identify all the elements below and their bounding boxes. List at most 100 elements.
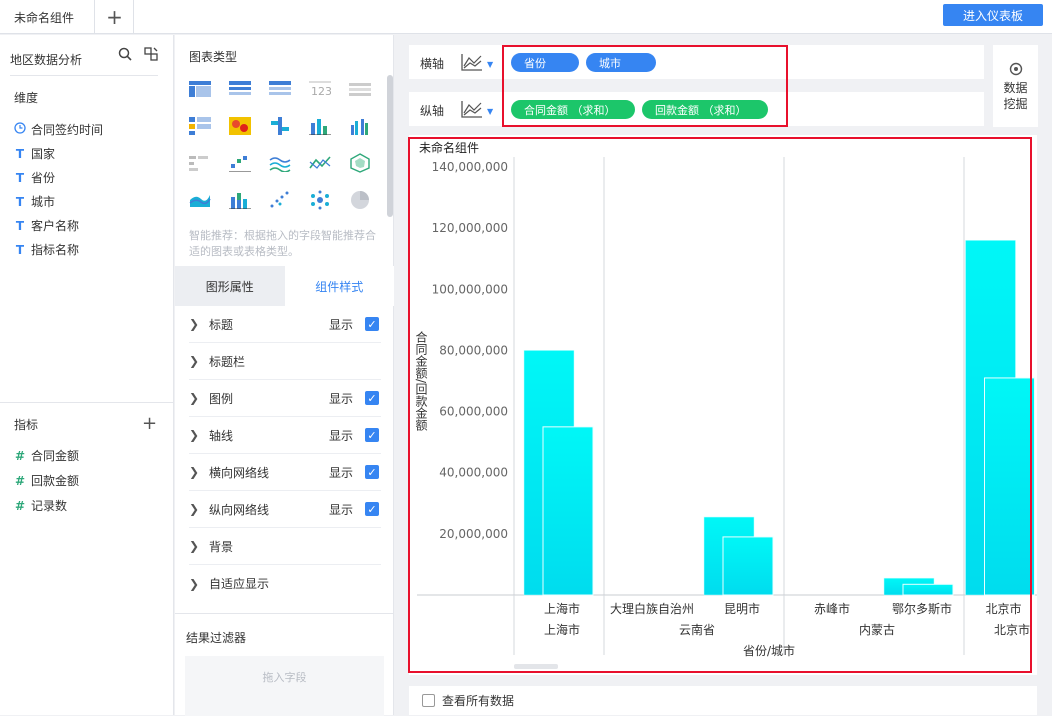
property-row-adaptive[interactable]: ❯ 自适应显示 [189,565,381,602]
caret-down-icon[interactable]: ▼ [487,60,493,69]
color-table-icon[interactable] [189,116,211,136]
result-filter-title: 结果过滤器 [186,631,247,645]
table-icon[interactable] [189,79,211,99]
smart-recommend-hint: 智能推荐：根据拖入的字段智能推荐合适的图表或表格类型。 [189,229,376,258]
search-icon[interactable] [118,47,132,64]
scatter-bar-icon[interactable] [229,153,251,173]
property-tabs: 图形属性 组件样式 [175,266,394,306]
property-label: 标题栏 [209,354,246,369]
main-area: 横轴 ▼ 省份 城市 纵轴 ▼ 合同金额 （求和） 回款金额 （求和） 数据 挖… [395,35,1052,715]
property-row-background[interactable]: ❯ 背景 [189,528,381,565]
field-label: 回款金额 [31,474,80,488]
chevron-right-icon: ❯ [189,576,200,591]
data-mining-icon [1009,62,1023,80]
show-checkbox[interactable]: ✓ [365,502,379,516]
dimension-field[interactable]: 合同签约时间 [14,121,103,138]
property-row-legend[interactable]: ❯ 图例 显示 ✓ [189,380,381,417]
crosstab-icon[interactable] [229,79,251,99]
chevron-right-icon: ❯ [189,391,200,405]
chart-type-title: 图表类型 [189,50,238,64]
dataset-title: 地区数据分析 [10,53,83,67]
field-label: 国家 [31,147,56,161]
property-label: 图例 [209,391,234,406]
scatter-icon[interactable] [269,190,291,210]
show-checkbox[interactable]: ✓ [365,391,379,405]
detail-table-icon[interactable] [269,79,291,99]
show-label: 显示 [328,317,353,332]
caret-down-icon[interactable]: ▼ [487,107,493,116]
highlight-box-fields [502,45,788,127]
filter-drop-zone[interactable]: 拖入字段 [185,656,384,716]
column-chart-icon[interactable] [309,116,331,136]
add-tab-button[interactable]: + [96,0,134,34]
pie-chart-icon[interactable] [349,190,371,210]
svg-text:123: 123 [311,85,331,97]
show-label: 显示 [328,391,353,406]
list-table-icon[interactable] [349,79,371,99]
tab-graph-properties[interactable]: 图形属性 [175,266,285,306]
data-mining-button[interactable]: 数据 挖掘 [993,45,1038,127]
line-chart-icon[interactable] [309,153,331,173]
text-field-icon: T [15,242,25,257]
view-all-checkbox[interactable] [422,694,435,707]
scrollbar[interactable] [387,75,393,217]
kpi-number-icon[interactable]: 123 [309,79,331,99]
chevron-right-icon: ❯ [189,502,200,516]
property-row-titlebar[interactable]: ❯ 标题栏 [189,343,381,380]
radar-icon[interactable] [349,153,371,173]
show-checkbox[interactable]: ✓ [365,317,379,331]
view-all-data-row[interactable]: 查看所有数据 [409,686,1037,715]
line-chart-icon[interactable] [461,100,483,121]
switch-dataset-icon[interactable] [144,47,158,64]
dimension-field[interactable]: T 城市 [14,193,55,210]
show-checkbox[interactable]: ✓ [365,465,379,479]
chart-type-grid: 123 [189,79,385,227]
property-row-axis[interactable]: ❯ 轴线 显示 ✓ [189,417,381,454]
data-mining-label: 数据 [1003,81,1028,95]
enter-dashboard-button[interactable]: 进入仪表板 [943,4,1043,26]
multi-column-icon[interactable] [349,116,371,136]
property-row-horizontal-grid[interactable]: ❯ 横向网络线 显示 ✓ [189,454,381,491]
metric-field[interactable]: # 合同金额 [14,447,79,464]
dimension-field[interactable]: T 指标名称 [14,241,79,258]
stacked-column-icon[interactable] [229,190,251,210]
view-all-label: 查看所有数据 [442,694,515,708]
show-checkbox[interactable]: ✓ [365,428,379,442]
area-chart-icon[interactable] [189,190,211,210]
field-label: 省份 [31,171,56,185]
number-field-icon: # [14,498,26,513]
range-bar-icon[interactable] [189,153,211,173]
bubble-icon[interactable] [309,190,331,210]
dimension-field[interactable]: T 客户名称 [14,217,79,234]
dimension-field[interactable]: T 省份 [14,169,55,186]
property-label: 自适应显示 [209,577,270,591]
show-label: 显示 [328,428,353,443]
text-field-icon: T [15,218,25,233]
divider [10,75,158,76]
tab-component[interactable]: 未命名组件 [0,0,95,34]
property-label: 背景 [209,539,234,554]
property-label: 横向网络线 [209,465,270,480]
multi-line-icon[interactable] [269,153,291,173]
heatmap-icon[interactable] [229,116,251,136]
chevron-right-icon: ❯ [189,354,200,368]
chevron-right-icon: ❯ [189,465,200,479]
divider [175,613,394,614]
field-label: 合同金额 [31,449,80,463]
field-label: 指标名称 [31,243,80,257]
property-row-title[interactable]: ❯ 标题 显示 ✓ [189,306,381,343]
property-row-vertical-grid[interactable]: ❯ 纵向网络线 显示 ✓ [189,491,381,528]
tab-component-style[interactable]: 组件样式 [284,266,394,306]
top-bar: 未命名组件 + 进入仪表板 [0,0,1052,34]
dimension-field[interactable]: T 国家 [14,145,55,162]
metric-field[interactable]: # 回款金额 [14,472,79,489]
add-metric-button[interactable]: + [142,413,157,434]
line-chart-icon[interactable] [461,53,483,74]
chevron-right-icon: ❯ [189,539,200,553]
bar-cross-icon[interactable] [269,116,291,136]
dataset-panel: 地区数据分析 维度 合同签约时间 T 国家 T 省份 T 城市 T 客户名称 T… [0,35,174,715]
field-label: 记录数 [31,499,68,513]
show-label: 显示 [328,502,353,517]
metric-field[interactable]: # 记录数 [14,497,67,514]
text-field-icon: T [15,170,25,185]
